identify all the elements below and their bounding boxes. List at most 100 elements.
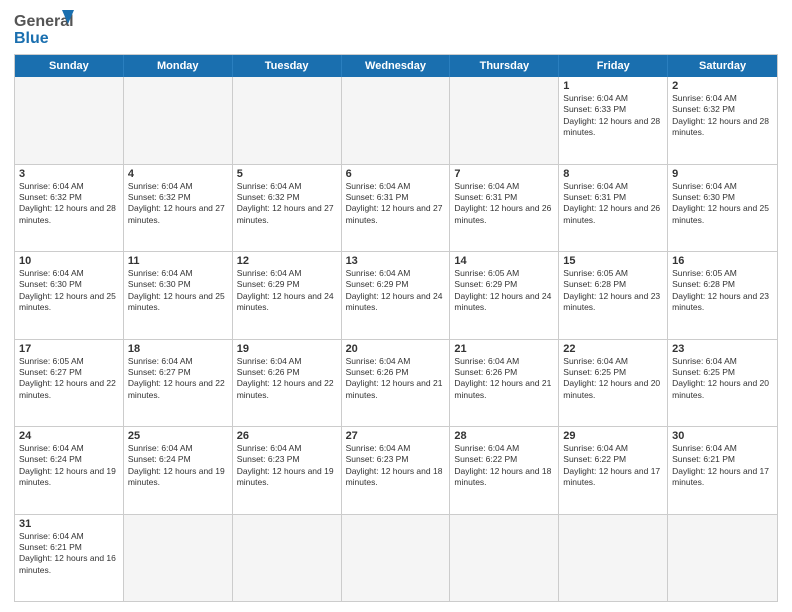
day-number: 6 (346, 168, 446, 180)
day-number: 13 (346, 255, 446, 267)
calendar-cell: 23Sunrise: 6:04 AM Sunset: 6:25 PM Dayli… (668, 340, 777, 427)
calendar-cell: 9Sunrise: 6:04 AM Sunset: 6:30 PM Daylig… (668, 165, 777, 252)
day-info: Sunrise: 6:04 AM Sunset: 6:30 PM Dayligh… (672, 181, 773, 227)
calendar-cell: 25Sunrise: 6:04 AM Sunset: 6:24 PM Dayli… (124, 427, 233, 514)
weekday-header-sunday: Sunday (15, 55, 124, 77)
day-info: Sunrise: 6:04 AM Sunset: 6:30 PM Dayligh… (128, 268, 228, 314)
calendar-cell (668, 515, 777, 602)
day-info: Sunrise: 6:04 AM Sunset: 6:22 PM Dayligh… (454, 443, 554, 489)
day-number: 1 (563, 80, 663, 92)
day-info: Sunrise: 6:04 AM Sunset: 6:23 PM Dayligh… (237, 443, 337, 489)
calendar-cell (342, 515, 451, 602)
day-number: 29 (563, 430, 663, 442)
day-number: 24 (19, 430, 119, 442)
calendar-cell: 22Sunrise: 6:04 AM Sunset: 6:25 PM Dayli… (559, 340, 668, 427)
calendar-cell: 29Sunrise: 6:04 AM Sunset: 6:22 PM Dayli… (559, 427, 668, 514)
day-info: Sunrise: 6:05 AM Sunset: 6:29 PM Dayligh… (454, 268, 554, 314)
day-number: 8 (563, 168, 663, 180)
day-info: Sunrise: 6:04 AM Sunset: 6:32 PM Dayligh… (19, 181, 119, 227)
calendar-cell: 15Sunrise: 6:05 AM Sunset: 6:28 PM Dayli… (559, 252, 668, 339)
calendar-cell (450, 515, 559, 602)
day-info: Sunrise: 6:04 AM Sunset: 6:29 PM Dayligh… (237, 268, 337, 314)
weekday-header-friday: Friday (559, 55, 668, 77)
day-number: 31 (19, 518, 119, 530)
day-info: Sunrise: 6:05 AM Sunset: 6:27 PM Dayligh… (19, 356, 119, 402)
calendar-cell (559, 515, 668, 602)
day-number: 2 (672, 80, 773, 92)
day-info: Sunrise: 6:04 AM Sunset: 6:32 PM Dayligh… (128, 181, 228, 227)
calendar-cell: 5Sunrise: 6:04 AM Sunset: 6:32 PM Daylig… (233, 165, 342, 252)
day-number: 25 (128, 430, 228, 442)
day-number: 5 (237, 168, 337, 180)
weekday-header-monday: Monday (124, 55, 233, 77)
weekday-header-tuesday: Tuesday (233, 55, 342, 77)
day-info: Sunrise: 6:04 AM Sunset: 6:27 PM Dayligh… (128, 356, 228, 402)
day-number: 15 (563, 255, 663, 267)
calendar-cell (450, 77, 559, 164)
calendar-row-3: 17Sunrise: 6:05 AM Sunset: 6:27 PM Dayli… (15, 339, 777, 427)
header: GeneralBlue (14, 10, 778, 48)
day-number: 28 (454, 430, 554, 442)
calendar-row-1: 3Sunrise: 6:04 AM Sunset: 6:32 PM Daylig… (15, 164, 777, 252)
calendar-cell: 6Sunrise: 6:04 AM Sunset: 6:31 PM Daylig… (342, 165, 451, 252)
calendar-cell: 11Sunrise: 6:04 AM Sunset: 6:30 PM Dayli… (124, 252, 233, 339)
day-info: Sunrise: 6:04 AM Sunset: 6:22 PM Dayligh… (563, 443, 663, 489)
calendar-cell (15, 77, 124, 164)
day-number: 14 (454, 255, 554, 267)
calendar-cell: 14Sunrise: 6:05 AM Sunset: 6:29 PM Dayli… (450, 252, 559, 339)
day-number: 18 (128, 343, 228, 355)
calendar-cell: 8Sunrise: 6:04 AM Sunset: 6:31 PM Daylig… (559, 165, 668, 252)
generalblue-logo: GeneralBlue (14, 10, 74, 48)
calendar-cell: 7Sunrise: 6:04 AM Sunset: 6:31 PM Daylig… (450, 165, 559, 252)
svg-text:Blue: Blue (14, 30, 49, 47)
day-info: Sunrise: 6:04 AM Sunset: 6:26 PM Dayligh… (454, 356, 554, 402)
calendar-cell: 26Sunrise: 6:04 AM Sunset: 6:23 PM Dayli… (233, 427, 342, 514)
day-number: 11 (128, 255, 228, 267)
calendar: SundayMondayTuesdayWednesdayThursdayFrid… (14, 54, 778, 602)
day-info: Sunrise: 6:04 AM Sunset: 6:26 PM Dayligh… (237, 356, 337, 402)
day-number: 20 (346, 343, 446, 355)
day-info: Sunrise: 6:04 AM Sunset: 6:24 PM Dayligh… (19, 443, 119, 489)
day-info: Sunrise: 6:04 AM Sunset: 6:29 PM Dayligh… (346, 268, 446, 314)
calendar-cell: 31Sunrise: 6:04 AM Sunset: 6:21 PM Dayli… (15, 515, 124, 602)
calendar-cell: 24Sunrise: 6:04 AM Sunset: 6:24 PM Dayli… (15, 427, 124, 514)
day-info: Sunrise: 6:04 AM Sunset: 6:33 PM Dayligh… (563, 93, 663, 139)
calendar-row-5: 31Sunrise: 6:04 AM Sunset: 6:21 PM Dayli… (15, 514, 777, 602)
calendar-cell (124, 515, 233, 602)
calendar-header: SundayMondayTuesdayWednesdayThursdayFrid… (15, 55, 777, 77)
day-info: Sunrise: 6:04 AM Sunset: 6:26 PM Dayligh… (346, 356, 446, 402)
calendar-row-2: 10Sunrise: 6:04 AM Sunset: 6:30 PM Dayli… (15, 251, 777, 339)
day-info: Sunrise: 6:04 AM Sunset: 6:32 PM Dayligh… (237, 181, 337, 227)
calendar-cell: 28Sunrise: 6:04 AM Sunset: 6:22 PM Dayli… (450, 427, 559, 514)
weekday-header-wednesday: Wednesday (342, 55, 451, 77)
calendar-cell: 3Sunrise: 6:04 AM Sunset: 6:32 PM Daylig… (15, 165, 124, 252)
calendar-cell (233, 77, 342, 164)
day-info: Sunrise: 6:05 AM Sunset: 6:28 PM Dayligh… (563, 268, 663, 314)
calendar-cell: 16Sunrise: 6:05 AM Sunset: 6:28 PM Dayli… (668, 252, 777, 339)
calendar-cell (342, 77, 451, 164)
calendar-cell: 19Sunrise: 6:04 AM Sunset: 6:26 PM Dayli… (233, 340, 342, 427)
day-number: 9 (672, 168, 773, 180)
day-info: Sunrise: 6:04 AM Sunset: 6:31 PM Dayligh… (346, 181, 446, 227)
day-number: 3 (19, 168, 119, 180)
calendar-cell: 30Sunrise: 6:04 AM Sunset: 6:21 PM Dayli… (668, 427, 777, 514)
day-info: Sunrise: 6:04 AM Sunset: 6:21 PM Dayligh… (19, 531, 119, 577)
day-info: Sunrise: 6:04 AM Sunset: 6:21 PM Dayligh… (672, 443, 773, 489)
calendar-cell (124, 77, 233, 164)
page: GeneralBlue SundayMondayTuesdayWednesday… (0, 0, 792, 612)
calendar-row-4: 24Sunrise: 6:04 AM Sunset: 6:24 PM Dayli… (15, 426, 777, 514)
calendar-cell: 21Sunrise: 6:04 AM Sunset: 6:26 PM Dayli… (450, 340, 559, 427)
day-info: Sunrise: 6:04 AM Sunset: 6:31 PM Dayligh… (563, 181, 663, 227)
day-info: Sunrise: 6:04 AM Sunset: 6:25 PM Dayligh… (672, 356, 773, 402)
day-info: Sunrise: 6:04 AM Sunset: 6:25 PM Dayligh… (563, 356, 663, 402)
calendar-cell: 18Sunrise: 6:04 AM Sunset: 6:27 PM Dayli… (124, 340, 233, 427)
day-info: Sunrise: 6:05 AM Sunset: 6:28 PM Dayligh… (672, 268, 773, 314)
calendar-cell (233, 515, 342, 602)
day-number: 4 (128, 168, 228, 180)
calendar-cell: 27Sunrise: 6:04 AM Sunset: 6:23 PM Dayli… (342, 427, 451, 514)
day-number: 17 (19, 343, 119, 355)
calendar-cell: 1Sunrise: 6:04 AM Sunset: 6:33 PM Daylig… (559, 77, 668, 164)
day-number: 12 (237, 255, 337, 267)
day-info: Sunrise: 6:04 AM Sunset: 6:30 PM Dayligh… (19, 268, 119, 314)
day-number: 27 (346, 430, 446, 442)
